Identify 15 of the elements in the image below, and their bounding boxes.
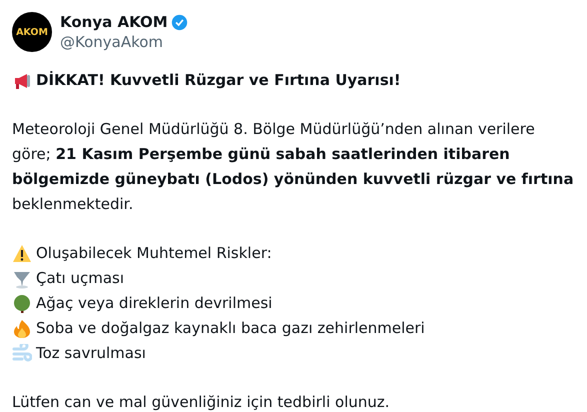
risk-item: Ağaç veya direklerin devrilmesi [36,293,272,314]
risk-item: Soba ve doğalgaz kaynaklı baca gazı zehirlenmeleri [36,318,425,339]
risk-item: Oluşabilecek Muhtemel Riskler: [36,243,272,264]
tree-icon [12,294,32,314]
closing-text: Lütfen can ve mal güvenliğiniz için tedbirli olunuz. [12,392,391,412]
warning-icon [12,244,32,264]
paragraph: Meteoroloji Genel Müdürlüğü 8. Bölge Müdürlüğü’nden alınan verilere göre; 21 Kasım Perşembe günü sabah saatlerinden itibaren bölgemizde güneybatı (Lodos) yönünden kuvvetli rüzgar ve fırtına beklenmektedir. [12,119,575,215]
risk-item: Toz savrulması [36,343,146,364]
account-name[interactable]: Konya AKOM [60,12,168,32]
avatar[interactable]: AKOM [12,12,52,52]
account-handle[interactable]: @KonyaAkom [60,32,188,52]
fire-icon [12,318,32,338]
risk-item: Çatı uçması [36,268,124,289]
headline: DİKKAT! Kuvvetli Rüzgar ve Fırtına Uyarısı! [36,70,401,91]
wind-icon [12,344,32,364]
